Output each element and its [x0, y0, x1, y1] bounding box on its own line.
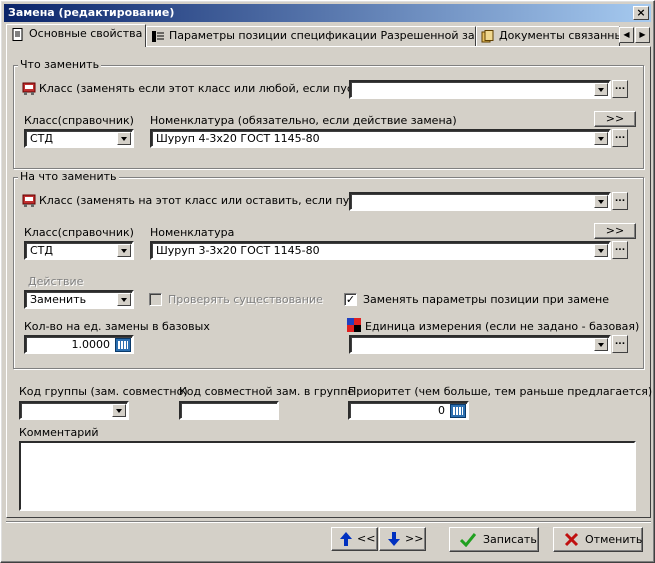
save-label: Записать [483, 533, 537, 546]
chevron-down-icon[interactable] [594, 244, 608, 257]
to-class-browse-button[interactable]: ... [612, 192, 628, 210]
tab-label: Основные свойства [29, 27, 143, 40]
input-value: 1.0000 [71, 338, 111, 351]
joint-code-input[interactable] [179, 401, 279, 420]
what-nomen-browse-button[interactable]: ... [612, 129, 628, 147]
class-label: Класс (заменять если этот класс или любо… [39, 82, 381, 95]
chevron-down-icon[interactable] [112, 404, 126, 417]
list-params-icon [152, 31, 164, 42]
chevron-down-icon[interactable] [117, 244, 131, 257]
select-value: СТД [30, 132, 53, 145]
close-button[interactable]: × [633, 6, 649, 20]
replace-params-label: Заменять параметры позиции при замене [363, 293, 609, 306]
select-value: Шуруп 3-3x20 ГОСТ 1145-80 [156, 244, 320, 257]
class-icon [22, 82, 36, 95]
to-ref-class-select[interactable]: СТД [24, 241, 134, 260]
chevron-down-icon[interactable] [117, 293, 131, 306]
group-title: Что заменить [18, 58, 102, 71]
tab-strip: Основные свойства Параметры позиции спец… [6, 24, 651, 47]
what-class-browse-button[interactable]: ... [612, 80, 628, 98]
ref-class-label: Класс(справочник) [24, 226, 134, 239]
window-title: Замена (редактирование) [8, 6, 175, 19]
input-value: 0 [438, 404, 445, 417]
group-code-select[interactable] [19, 401, 129, 420]
what-class-select[interactable] [349, 80, 611, 99]
prev-record-button[interactable]: << [331, 527, 378, 551]
what-ref-class-select[interactable]: СТД [24, 129, 134, 148]
ref-class-label: Класс(справочник) [24, 114, 134, 127]
chevron-down-icon[interactable] [594, 132, 608, 145]
documents-icon [481, 30, 494, 43]
next-record-button[interactable]: >> [379, 527, 426, 551]
tab-scroll-left-button[interactable]: ◀ [619, 27, 634, 43]
prev-label: << [357, 532, 376, 545]
tab-label: Параметры позиции спецификации Разрешенн… [169, 29, 476, 42]
class-icon [22, 194, 36, 207]
document-icon [12, 28, 23, 41]
unit-select[interactable] [349, 335, 611, 354]
save-button[interactable]: Записать [449, 527, 539, 552]
what-expand-button[interactable]: >> [594, 111, 636, 127]
action-label: Действие [28, 275, 84, 288]
unit-browse-button[interactable]: ... [612, 335, 628, 353]
tab-linked-docs[interactable]: Документы связанные [476, 26, 620, 46]
class-label: Класс (заменять на этот класс или остави… [39, 194, 384, 207]
tab-spec-params[interactable]: Параметры позиции спецификации Разрешенн… [146, 26, 476, 46]
units-icon [347, 318, 361, 332]
title-bar[interactable]: Замена (редактирование) × [4, 4, 651, 22]
chevron-down-icon[interactable] [594, 83, 608, 96]
chevron-down-icon[interactable] [117, 132, 131, 145]
to-nomen-browse-button[interactable]: ... [612, 241, 628, 259]
qty-label: Кол-во на ед. замены в базовых [24, 320, 210, 333]
to-nomen-select[interactable]: Шуруп 3-3x20 ГОСТ 1145-80 [150, 241, 611, 260]
unit-label: Единица измерения (если не задано - базо… [365, 320, 640, 333]
calculator-icon[interactable] [450, 404, 466, 418]
checkmark-icon [460, 533, 476, 547]
cross-icon [564, 532, 579, 547]
select-value: СТД [30, 244, 53, 257]
to-class-select[interactable] [349, 192, 611, 211]
priority-label: Приоритет (чем больше, тем раньше предла… [348, 385, 653, 398]
tab-scroll-right-button[interactable]: ▶ [635, 27, 650, 43]
dialog-window: Замена (редактирование) × Основные свойс… [0, 0, 655, 563]
group-what-to-replace: Что заменить Класс (заменять если этот к… [13, 58, 644, 169]
nomen-label: Номенклатура [150, 226, 235, 239]
next-label: >> [405, 532, 424, 545]
select-value: Заменить [30, 293, 87, 306]
qty-input[interactable]: 1.0000 [24, 335, 134, 354]
tab-label: Документы связанные [499, 29, 620, 42]
check-existence-checkbox[interactable] [149, 293, 162, 306]
arrow-up-icon [340, 532, 352, 546]
cancel-label: Отменить [585, 533, 643, 546]
calculator-icon[interactable] [115, 338, 131, 352]
tab-main-properties[interactable]: Основные свойства [6, 24, 146, 47]
comment-textarea[interactable] [19, 441, 636, 511]
tab-panel: Что заменить Класс (заменять если этот к… [6, 46, 653, 518]
chevron-down-icon[interactable] [594, 338, 608, 351]
cancel-button[interactable]: Отменить [553, 527, 643, 552]
select-value: Шуруп 4-3x20 ГОСТ 1145-80 [156, 132, 320, 145]
priority-input[interactable]: 0 [348, 401, 469, 420]
check-existence-label: Проверять существование [168, 293, 323, 306]
action-select[interactable]: Заменить [24, 290, 134, 309]
chevron-down-icon[interactable] [594, 195, 608, 208]
to-expand-button[interactable]: >> [594, 223, 636, 239]
group-title: На что заменить [18, 170, 119, 183]
group-replace-with: На что заменить Класс (заменять на этот … [13, 170, 644, 369]
comment-label: Комментарий [19, 426, 99, 439]
what-nomen-select[interactable]: Шуруп 4-3x20 ГОСТ 1145-80 [150, 129, 611, 148]
joint-code-label: Код совместной зам. в группе [179, 385, 355, 398]
group-code-label: Код группы (зам. совместно) [19, 385, 188, 398]
nomen-label: Номенклатура (обязательно, если действие… [150, 114, 457, 127]
footer-separator [6, 521, 651, 523]
replace-params-checkbox[interactable]: ✓ [344, 293, 357, 306]
arrow-down-icon [388, 532, 400, 546]
